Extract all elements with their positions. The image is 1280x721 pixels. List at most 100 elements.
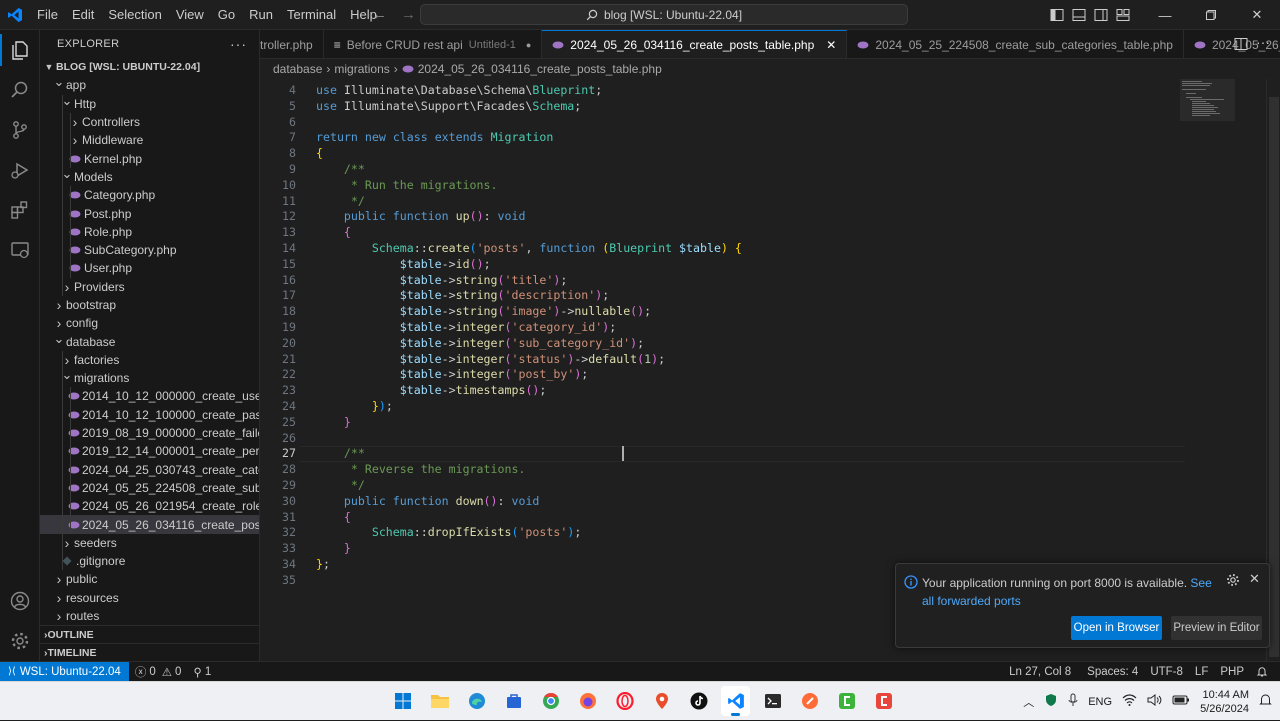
- more-actions-icon[interactable]: ···: [230, 36, 247, 52]
- breadcrumb-item[interactable]: database: [273, 62, 322, 76]
- code-line[interactable]: 8{: [260, 145, 1190, 161]
- code-line[interactable]: 12 public function up(): void: [260, 208, 1190, 224]
- tree-file[interactable]: 2014_10_12_100000_create_passwo...: [40, 405, 259, 424]
- unsaved-dot-icon[interactable]: ●: [526, 40, 531, 50]
- close-window-button[interactable]: ✕: [1234, 0, 1280, 30]
- minimap[interactable]: [1180, 79, 1240, 139]
- tree-file[interactable]: 2024_05_26_034116_create_posts_t...: [40, 515, 259, 534]
- code-line[interactable]: 33 }: [260, 540, 1190, 556]
- tree-file[interactable]: Post.php: [40, 204, 259, 223]
- code-line[interactable]: 17 $table->string('description');: [260, 287, 1190, 303]
- tree-folder[interactable]: ⌄ app: [40, 76, 259, 94]
- back-arrow-icon[interactable]: ←: [372, 6, 387, 23]
- menu-item-terminal[interactable]: Terminal: [280, 0, 343, 30]
- language-indicator[interactable]: ENG: [1088, 696, 1112, 708]
- windows-start-icon[interactable]: [388, 686, 417, 716]
- close-tab-icon[interactable]: ✕: [826, 38, 836, 52]
- breadcrumb-item[interactable]: migrations: [334, 62, 389, 76]
- tree-file[interactable]: .gitignore: [40, 552, 259, 571]
- terminal-icon[interactable]: [758, 686, 787, 716]
- run-debug-icon[interactable]: [0, 150, 40, 190]
- code-line[interactable]: 13 {: [260, 224, 1190, 240]
- code-line[interactable]: 25 }: [260, 414, 1190, 430]
- tree-folder[interactable]: › Providers: [40, 277, 259, 296]
- tree-file[interactable]: Kernel.php: [40, 149, 259, 168]
- code-line[interactable]: 22 $table->integer('post_by');: [260, 366, 1190, 382]
- microphone-icon[interactable]: [1068, 693, 1078, 710]
- editor-tab[interactable]: 2024_05_25_224508_create_sub_categories_…: [847, 30, 1184, 58]
- tree-file[interactable]: User.php: [40, 259, 259, 278]
- volume-icon[interactable]: [1147, 694, 1162, 709]
- code-line[interactable]: 21 $table->integer('status')->default(1)…: [260, 351, 1190, 367]
- code-line[interactable]: 19 $table->integer('category_id');: [260, 319, 1190, 335]
- remote-indicator[interactable]: ⟩⟨ WSL: Ubuntu-22.04: [0, 661, 129, 682]
- wifi-icon[interactable]: [1122, 694, 1137, 709]
- tree-folder[interactable]: › Controllers: [40, 112, 259, 132]
- edge-browser-icon[interactable]: [462, 686, 491, 716]
- notification-center-bell-icon[interactable]: [1259, 693, 1272, 710]
- timeline-section[interactable]: › TIMELINE: [40, 643, 260, 661]
- open-in-browser-button[interactable]: Open in Browser: [1071, 616, 1162, 640]
- search-icon[interactable]: [0, 70, 40, 110]
- workspace-root[interactable]: ▼ BLOG [WSL: UBUNTU-22.04]: [40, 58, 259, 76]
- tree-folder[interactable]: ⌄ migrations: [40, 369, 259, 388]
- toggle-primary-sidebar-icon[interactable]: [1046, 0, 1068, 30]
- file-explorer-icon[interactable]: [425, 686, 454, 716]
- toggle-panel-icon[interactable]: [1068, 0, 1090, 30]
- tree-file[interactable]: 2019_12_14_000001_create_person...: [40, 442, 259, 461]
- store-icon[interactable]: [499, 686, 528, 716]
- tree-folder[interactable]: ⌄ Http: [40, 94, 259, 113]
- source-control-icon[interactable]: [0, 110, 40, 150]
- tree-file[interactable]: 2024_04_25_030743_create_catego...: [40, 460, 259, 479]
- tree-folder[interactable]: › seeders: [40, 533, 259, 553]
- outline-section[interactable]: › OUTLINE: [40, 625, 260, 643]
- code-line[interactable]: 29 */: [260, 477, 1190, 493]
- maps-pin-icon[interactable]: [647, 686, 676, 716]
- end-of-line[interactable]: LF: [1189, 666, 1214, 678]
- code-line[interactable]: 5 use Illuminate\Support\Facades\Schema;: [260, 98, 1190, 114]
- editor-tab[interactable]: troller.php: [260, 30, 324, 58]
- tree-folder[interactable]: › factories: [40, 350, 259, 370]
- code-line[interactable]: 18 $table->string('image')->nullable();: [260, 303, 1190, 319]
- tree-folder[interactable]: › routes: [40, 607, 259, 625]
- customize-layout-icon[interactable]: [1112, 0, 1134, 30]
- code-line[interactable]: 30 public function down(): void: [260, 493, 1190, 509]
- clock[interactable]: 10:44 AM 5/26/2024: [1200, 688, 1249, 716]
- close-notification-icon[interactable]: ✕: [1249, 571, 1260, 587]
- code-line[interactable]: 9 /**: [260, 161, 1190, 177]
- problems-indicator[interactable]: ⓧ 0 ⚠ 0: [129, 664, 188, 680]
- tree-folder[interactable]: › resources: [40, 589, 259, 607]
- settings-gear-icon[interactable]: [0, 621, 40, 661]
- scrollbar-thumb[interactable]: [1269, 97, 1279, 657]
- code-line[interactable]: 20 $table->integer('sub_category_id');: [260, 335, 1190, 351]
- show-hidden-icons-icon[interactable]: ︿: [1023, 694, 1034, 710]
- tree-folder[interactable]: ⌄ database: [40, 332, 259, 350]
- tree-file[interactable]: 2024_05_25_224508_create_sub_cat...: [40, 478, 259, 498]
- code-line[interactable]: 7 return new class extends Migration: [260, 129, 1190, 145]
- menu-item-selection[interactable]: Selection: [101, 0, 168, 30]
- code-line[interactable]: 16 $table->string('title');: [260, 272, 1190, 288]
- security-icon[interactable]: [1044, 693, 1058, 710]
- chrome-icon[interactable]: [536, 686, 565, 716]
- tree-folder[interactable]: › config: [40, 314, 259, 332]
- code-line[interactable]: 11 */: [260, 193, 1190, 209]
- minimize-button[interactable]: —: [1142, 0, 1188, 30]
- tree-file[interactable]: 2024_05_26_021954_create_roles_t...: [40, 497, 259, 516]
- tree-folder[interactable]: ⌄ Models: [40, 167, 259, 187]
- command-center-search[interactable]: blog [WSL: Ubuntu-22.04]: [420, 4, 908, 25]
- code-line[interactable]: 32 Schema::dropIfExists('posts');: [260, 524, 1190, 540]
- maximize-button[interactable]: [1188, 0, 1234, 30]
- code-line[interactable]: 23 $table->timestamps();: [260, 382, 1190, 398]
- remote-explorer-icon[interactable]: [0, 230, 40, 270]
- code-line[interactable]: 15 $table->id();: [260, 256, 1190, 272]
- encoding[interactable]: UTF-8: [1144, 666, 1189, 678]
- editor-tab[interactable]: ≡ Before CRUD rest api Untitled-1 ●: [324, 30, 543, 58]
- code-line[interactable]: 27 /**: [260, 445, 1190, 461]
- tree-file[interactable]: 2019_08_19_000000_create_failed_j...: [40, 423, 259, 443]
- cursor-position[interactable]: Ln 27, Col 8: [1003, 666, 1077, 678]
- more-tab-actions-icon[interactable]: ···: [1256, 34, 1270, 50]
- menu-item-view[interactable]: View: [169, 0, 211, 30]
- tree-file[interactable]: SubCategory.php: [40, 240, 259, 260]
- split-editor-icon[interactable]: [1234, 37, 1248, 54]
- tree-folder[interactable]: › public: [40, 570, 259, 588]
